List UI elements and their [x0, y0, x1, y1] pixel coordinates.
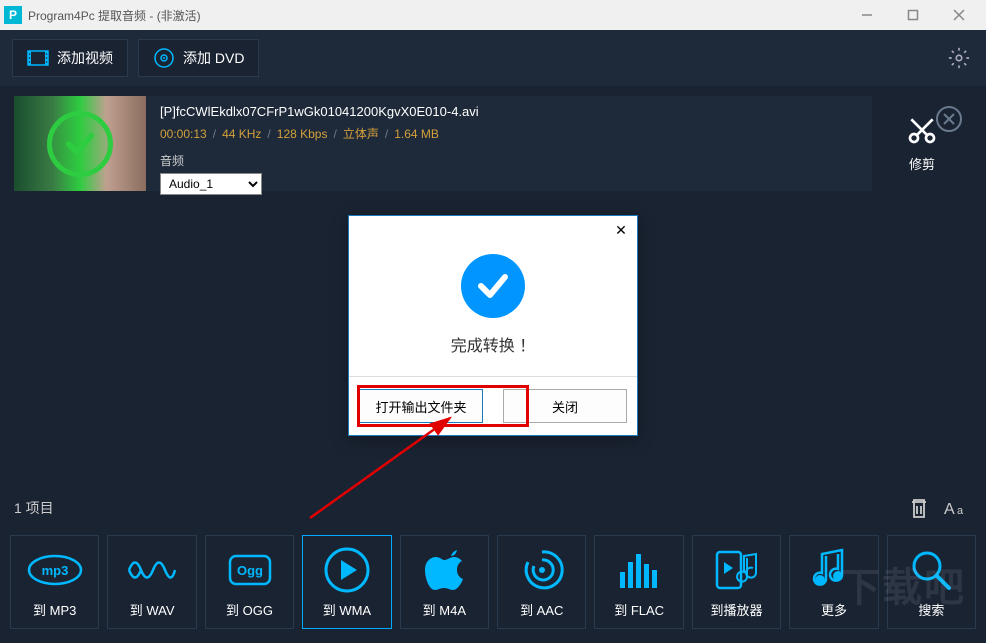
- titlebar: P Program4Pc 提取音频 - (非激活): [0, 0, 986, 30]
- mp3-icon: mp3: [27, 546, 83, 594]
- device-music-icon: [713, 546, 761, 594]
- minimize-button[interactable]: [844, 0, 890, 30]
- format-m4a[interactable]: 到 M4A: [400, 535, 489, 629]
- dialog-close-text-button[interactable]: 关闭: [503, 389, 627, 423]
- completion-dialog: ✕ 完成转换 ！ 打开输出文件夹 关闭: [348, 215, 638, 436]
- completed-check-icon: [47, 111, 113, 177]
- file-meta: 00:00:13/44 KHz/128 Kbps/立体声/1.64 MB: [160, 125, 858, 142]
- text-size-button[interactable]: Aa: [942, 493, 972, 523]
- add-dvd-button[interactable]: 添加 DVD: [138, 39, 259, 77]
- add-dvd-label: 添加 DVD: [183, 48, 244, 68]
- add-video-button[interactable]: 添加视频: [12, 39, 128, 77]
- svg-text:a: a: [957, 505, 964, 517]
- success-check-icon: [461, 254, 525, 318]
- add-video-label: 添加视频: [57, 48, 113, 68]
- disc-icon: [153, 49, 175, 67]
- item-count: 1 项目: [14, 498, 54, 518]
- format-search[interactable]: 搜索: [887, 535, 976, 629]
- format-player[interactable]: 到播放器: [692, 535, 781, 629]
- main-toolbar: 添加视频 添加 DVD: [0, 30, 986, 86]
- format-flac[interactable]: 到 FLAC: [594, 535, 683, 629]
- audio-label: 音频: [160, 152, 858, 169]
- svg-text:A: A: [944, 501, 955, 518]
- dialog-close-button[interactable]: ✕: [611, 220, 631, 240]
- maximize-button[interactable]: [890, 0, 936, 30]
- svg-text:mp3: mp3: [41, 563, 68, 578]
- search-icon: [909, 546, 953, 594]
- settings-button[interactable]: [944, 43, 974, 73]
- film-icon: [27, 49, 49, 67]
- window-title: Program4Pc 提取音频 - (非激活): [28, 7, 844, 24]
- svg-text:Ogg: Ogg: [237, 563, 263, 578]
- format-ogg[interactable]: Ogg 到 OGG: [205, 535, 294, 629]
- format-more[interactable]: 更多: [789, 535, 878, 629]
- status-bar: 1 项目 Aa: [14, 493, 972, 523]
- open-output-folder-button[interactable]: 打开输出文件夹: [359, 389, 483, 423]
- format-aac[interactable]: 到 AAC: [497, 535, 586, 629]
- format-wma[interactable]: 到 WMA: [302, 535, 391, 629]
- file-name: [P]fcCWlEkdlx07CFrP1wGk01041200KgvX0E010…: [160, 104, 858, 119]
- audio-track-select[interactable]: Audio_1: [160, 173, 262, 195]
- trim-label: 修剪: [909, 154, 935, 173]
- play-circle-icon: [323, 546, 371, 594]
- equalizer-icon: [618, 546, 660, 594]
- format-wav[interactable]: 到 WAV: [107, 535, 196, 629]
- app-logo: P: [4, 6, 22, 24]
- music-notes-icon: [812, 546, 856, 594]
- format-buttons: mp3 到 MP3 到 WAV Ogg 到 OGG 到 WMA 到 M4A 到 …: [10, 535, 976, 629]
- swirl-icon: [520, 546, 564, 594]
- file-info: [P]fcCWlEkdlx07CFrP1wGk01041200KgvX0E010…: [146, 96, 872, 191]
- wave-icon: [127, 546, 177, 594]
- format-mp3[interactable]: mp3 到 MP3: [10, 535, 99, 629]
- apple-icon: [425, 546, 463, 594]
- remove-item-button[interactable]: [936, 106, 962, 132]
- dialog-message: 完成转换 ！: [451, 332, 535, 356]
- delete-button[interactable]: [904, 493, 934, 523]
- ogg-icon: Ogg: [227, 546, 273, 594]
- thumbnail: [14, 96, 146, 191]
- file-item: [P]fcCWlEkdlx07CFrP1wGk01041200KgvX0E010…: [14, 96, 972, 191]
- close-window-button[interactable]: [936, 0, 982, 30]
